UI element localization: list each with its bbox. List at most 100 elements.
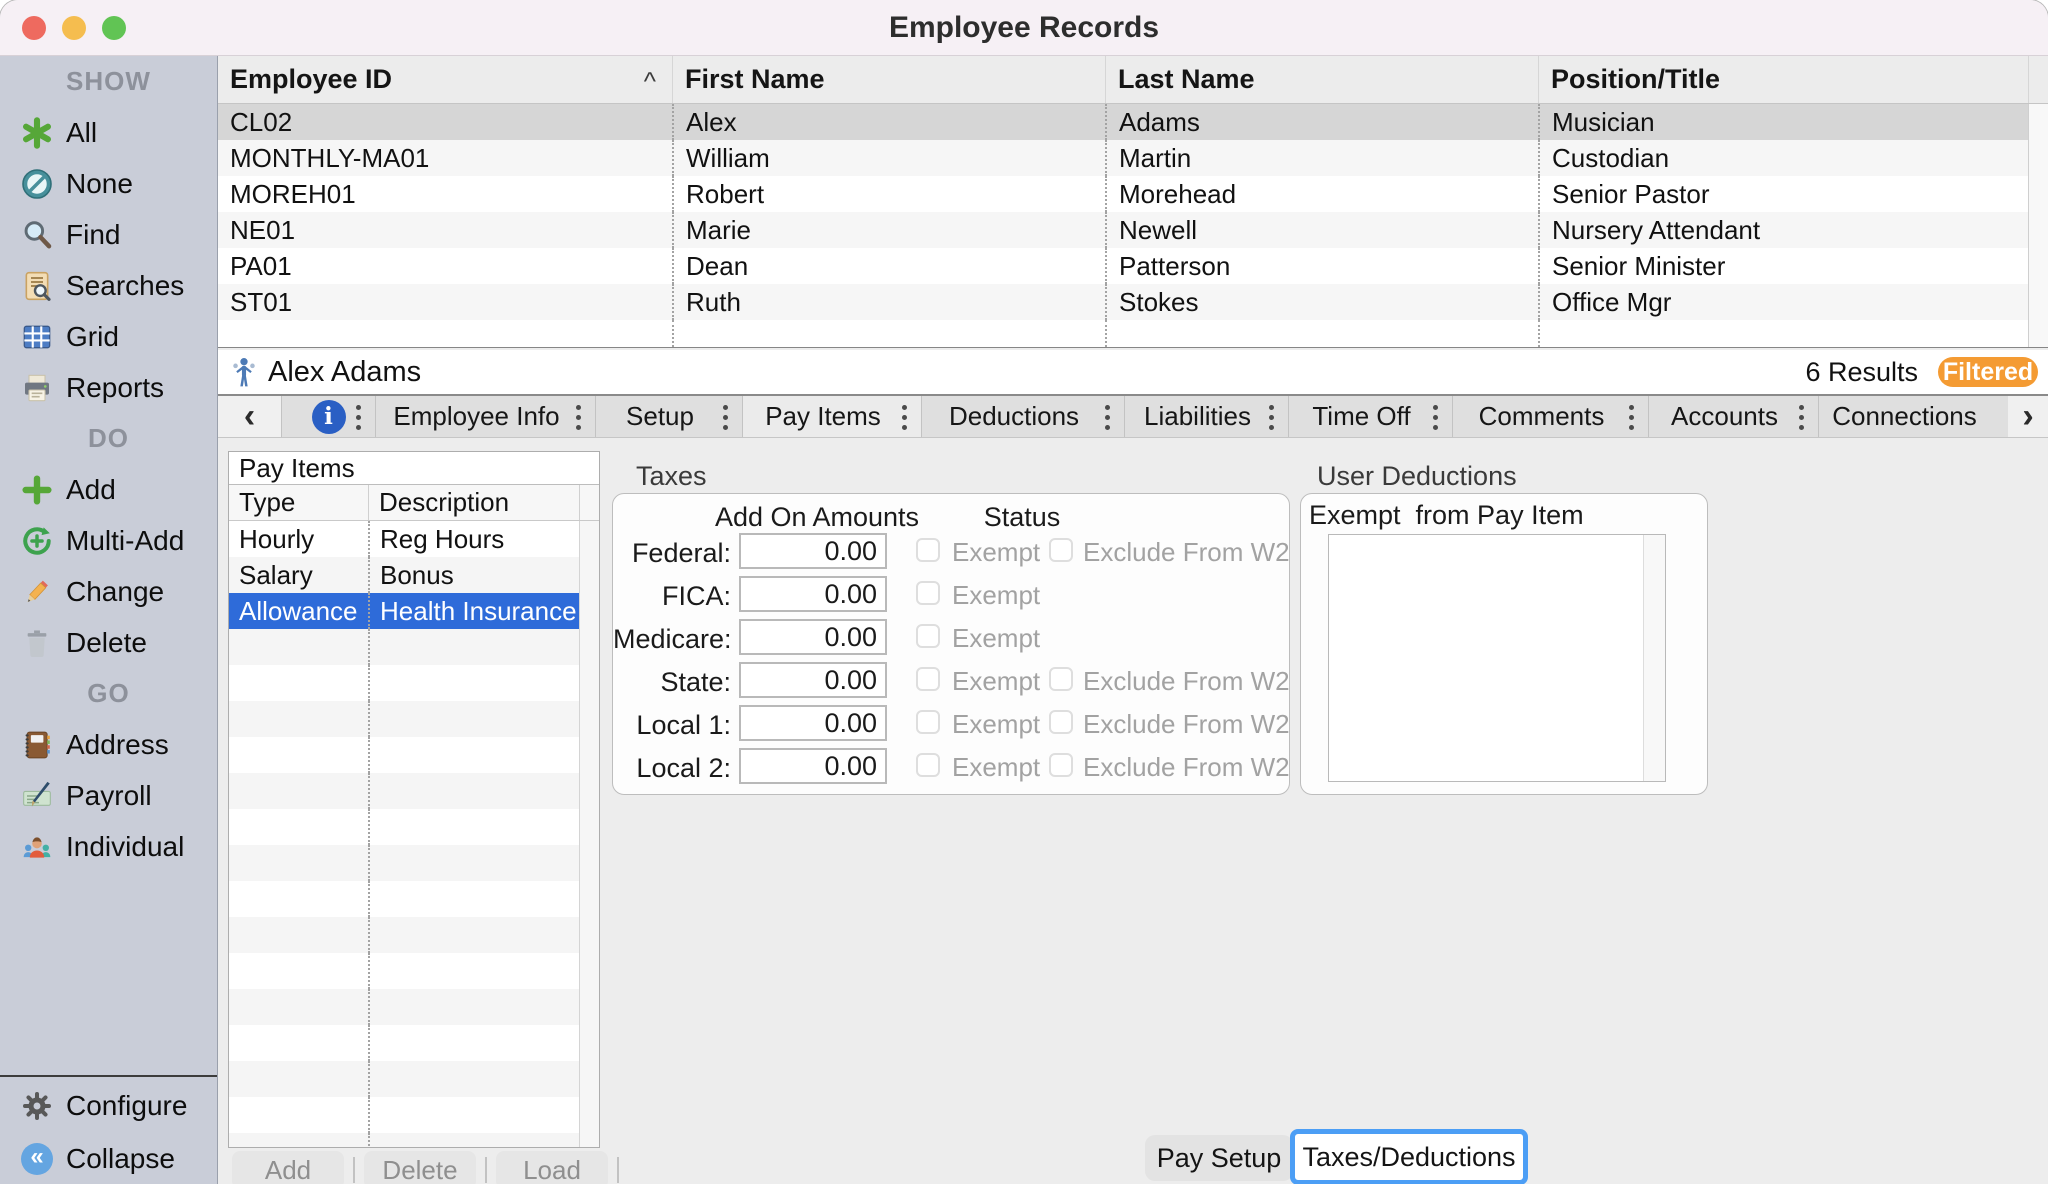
status-header: Status xyxy=(957,502,1087,533)
add-pay-item-button[interactable]: Add xyxy=(232,1151,344,1184)
pay-setup-button[interactable]: Pay Setup xyxy=(1145,1135,1293,1181)
sidebar-item-delete[interactable]: Delete xyxy=(0,617,217,668)
tab-menu-icon[interactable] xyxy=(902,415,907,420)
table-row[interactable]: NE01 Marie Newell Nursery Attendant xyxy=(218,212,2048,248)
tab-menu-icon[interactable] xyxy=(1629,415,1634,420)
sidebar-item-multi-add[interactable]: Multi-Add xyxy=(0,515,217,566)
load-pay-item-button[interactable]: Load xyxy=(496,1151,608,1184)
table-row[interactable]: CL02 Alex Adams Musician xyxy=(218,104,2048,140)
tab-connections[interactable]: Connections xyxy=(1818,396,2008,437)
sidebar-item-collapse[interactable]: « Collapse xyxy=(0,1132,217,1184)
sidebar-item-none[interactable]: None xyxy=(0,158,217,209)
column-header-employee-id[interactable]: Employee ID ^ xyxy=(218,56,672,103)
list-item-selected[interactable]: Allowance Health Insurance xyxy=(229,593,599,629)
user-deductions-group-label: User Deductions xyxy=(1317,461,1517,492)
column-header-description[interactable]: Description xyxy=(368,485,579,520)
column-header-type[interactable]: Type xyxy=(229,485,368,520)
delete-pay-item-button[interactable]: Delete xyxy=(364,1151,476,1184)
sidebar-item-payroll[interactable]: Payroll xyxy=(0,770,217,821)
fica-exempt-checkbox[interactable] xyxy=(916,581,940,605)
sidebar-item-searches[interactable]: Searches xyxy=(0,260,217,311)
tab-info[interactable]: i xyxy=(281,396,375,437)
scrollbar-track[interactable] xyxy=(579,521,599,1147)
sidebar-footer: Configure « Collapse xyxy=(0,1075,217,1184)
button-separator xyxy=(617,1157,619,1183)
circular-add-icon xyxy=(20,524,54,558)
sidebar-item-address[interactable]: Address xyxy=(0,719,217,770)
saved-search-icon xyxy=(20,269,54,303)
tab-menu-icon[interactable] xyxy=(356,415,361,420)
sidebar-section-do: DO xyxy=(0,413,217,464)
sidebar-item-reports[interactable]: Reports xyxy=(0,362,217,413)
check-pen-icon xyxy=(20,779,54,813)
scrollbar-track[interactable] xyxy=(2028,104,2048,347)
pay-items-detail-area: Pay Items Type Description Hourly Reg Ho… xyxy=(218,439,2048,1184)
tab-setup[interactable]: Setup xyxy=(595,396,742,437)
tab-pay-items[interactable]: Pay Items xyxy=(742,396,921,437)
state-amount-input[interactable] xyxy=(739,662,887,698)
table-row[interactable]: MOREH01 Robert Morehead Senior Pastor xyxy=(218,176,2048,212)
medicare-exempt-checkbox[interactable] xyxy=(916,624,940,648)
filtered-badge[interactable]: Filtered xyxy=(1938,357,2038,387)
asterisk-icon xyxy=(20,116,54,150)
tax-row-local2: Local 2: Exempt Exclude From W2 xyxy=(613,747,1289,790)
local2-exempt-checkbox[interactable] xyxy=(916,753,940,777)
local1-exclude-w2-checkbox[interactable] xyxy=(1049,710,1073,734)
titlebar: Employee Records xyxy=(0,0,2048,56)
taxes-deductions-button[interactable]: Taxes/Deductions xyxy=(1290,1129,1528,1184)
column-header-last-name[interactable]: Last Name xyxy=(1105,56,1538,103)
federal-amount-input[interactable] xyxy=(739,533,887,569)
fica-amount-input[interactable] xyxy=(739,576,887,612)
sort-ascending-icon[interactable]: ^ xyxy=(644,66,656,97)
tab-menu-icon[interactable] xyxy=(576,415,581,420)
list-item[interactable]: Hourly Reg Hours xyxy=(229,521,599,557)
table-row[interactable]: MONTHLY-MA01 William Martin Custodian xyxy=(218,140,2048,176)
sidebar-item-find[interactable]: Find xyxy=(0,209,217,260)
plus-icon xyxy=(20,473,54,507)
state-exempt-checkbox[interactable] xyxy=(916,667,940,691)
tabs-scroll-right-button[interactable]: › xyxy=(2008,396,2048,437)
sidebar-item-grid[interactable]: Grid xyxy=(0,311,217,362)
state-exclude-w2-checkbox[interactable] xyxy=(1049,667,1073,691)
sidebar-item-all[interactable]: All xyxy=(0,107,217,158)
tab-menu-icon[interactable] xyxy=(1105,415,1110,420)
tab-menu-icon[interactable] xyxy=(723,415,728,420)
federal-exempt-checkbox[interactable] xyxy=(916,538,940,562)
federal-exclude-w2-checkbox[interactable] xyxy=(1049,538,1073,562)
sidebar-item-configure[interactable]: Configure xyxy=(0,1079,217,1132)
taxes-group-label: Taxes xyxy=(636,461,707,492)
exempt-pay-item-list[interactable] xyxy=(1328,534,1666,782)
tab-time-off[interactable]: Time Off xyxy=(1288,396,1452,437)
tab-menu-icon[interactable] xyxy=(1433,415,1438,420)
trash-icon xyxy=(20,626,54,660)
tab-deductions[interactable]: Deductions xyxy=(921,396,1124,437)
local2-amount-input[interactable] xyxy=(739,748,887,784)
pencil-icon xyxy=(20,575,54,609)
local2-exclude-w2-checkbox[interactable] xyxy=(1049,753,1073,777)
tab-menu-icon[interactable] xyxy=(1799,415,1804,420)
local1-exempt-checkbox[interactable] xyxy=(916,710,940,734)
table-row[interactable]: ST01 Ruth Stokes Office Mgr xyxy=(218,284,2048,320)
pay-items-rows: Hourly Reg Hours Salary Bonus Allowance … xyxy=(229,521,599,1147)
column-header-first-name[interactable]: First Name xyxy=(672,56,1105,103)
list-item[interactable]: Salary Bonus xyxy=(229,557,599,593)
magnifier-icon xyxy=(20,218,54,252)
sidebar-item-change[interactable]: Change xyxy=(0,566,217,617)
window-title: Employee Records xyxy=(0,0,2048,56)
grid-icon xyxy=(20,320,54,354)
table-empty-area xyxy=(218,320,2048,347)
tabs-scroll-left-button[interactable]: ‹ xyxy=(218,396,281,437)
tab-menu-icon[interactable] xyxy=(1269,415,1274,420)
tab-accounts[interactable]: Accounts xyxy=(1648,396,1818,437)
local1-amount-input[interactable] xyxy=(739,705,887,741)
table-row[interactable]: PA01 Dean Patterson Senior Minister xyxy=(218,248,2048,284)
column-header-position-title[interactable]: Position/Title xyxy=(1538,56,2028,103)
tax-row-local1: Local 1: Exempt Exclude From W2 xyxy=(613,704,1289,747)
sidebar-item-individual[interactable]: Individual xyxy=(0,821,217,872)
tab-liabilities[interactable]: Liabilities xyxy=(1124,396,1288,437)
tab-employee-info[interactable]: Employee Info xyxy=(375,396,595,437)
tab-comments[interactable]: Comments xyxy=(1452,396,1648,437)
scrollbar-track[interactable] xyxy=(1643,535,1665,781)
medicare-amount-input[interactable] xyxy=(739,619,887,655)
sidebar-item-add[interactable]: Add xyxy=(0,464,217,515)
